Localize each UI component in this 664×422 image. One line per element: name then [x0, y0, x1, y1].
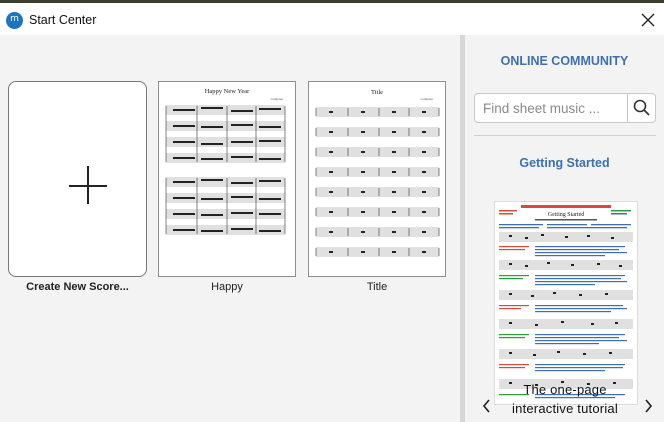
- thumb-title-title: Title: [371, 89, 383, 96]
- chevron-left-icon: [482, 399, 490, 413]
- score-thumbnail-happy[interactable]: Happy New Year Composer: [158, 81, 296, 277]
- previous-button[interactable]: [480, 397, 494, 415]
- thumb-title-happy: Happy New Year: [205, 88, 250, 95]
- musescore-logo-icon: m: [6, 12, 23, 29]
- recent-scores-panel: Create New Score... Happy New Year Compo…: [0, 35, 460, 422]
- getting-started-heading: Getting Started: [519, 156, 610, 170]
- svg-text:Composer: Composer: [271, 97, 283, 101]
- chevron-right-icon: [645, 399, 653, 413]
- title-bar: m Start Center: [0, 3, 664, 35]
- score-label-title: Title: [366, 281, 388, 293]
- score-label-happy: Happy: [211, 281, 243, 293]
- svg-text:Composer: Composer: [421, 97, 433, 101]
- next-button[interactable]: [641, 397, 655, 415]
- tutorial-image: Getting Started: [499, 205, 633, 399]
- create-new-score-label: Create New Score...: [26, 281, 129, 293]
- create-new-score-button[interactable]: [8, 81, 147, 277]
- online-community-link[interactable]: ONLINE COMMUNITY: [465, 54, 664, 68]
- score-thumbnail-image: Title Composer: [315, 89, 440, 257]
- search-icon: [633, 99, 650, 116]
- score-thumbnail-title[interactable]: Title Composer: [308, 81, 446, 277]
- search-button[interactable]: [627, 93, 656, 123]
- tutorial-caption-line1: The one-page: [523, 382, 607, 397]
- community-sidebar: ONLINE COMMUNITY Getting Started Getting…: [465, 35, 664, 422]
- tutorial-caption: The one-page interactive tutorial: [491, 380, 639, 418]
- divider: [474, 135, 656, 136]
- window-title: Start Center: [29, 13, 97, 27]
- tutorial-thumbnail[interactable]: Getting Started: [494, 201, 638, 405]
- search-input[interactable]: [474, 93, 628, 123]
- close-icon: [641, 13, 655, 27]
- score-thumbnail-image: Happy New Year Composer: [165, 88, 286, 235]
- tutorial-thumb-title: Getting Started: [548, 212, 585, 218]
- tutorial-caption-line2: interactive tutorial: [512, 401, 618, 416]
- close-button[interactable]: [638, 10, 658, 30]
